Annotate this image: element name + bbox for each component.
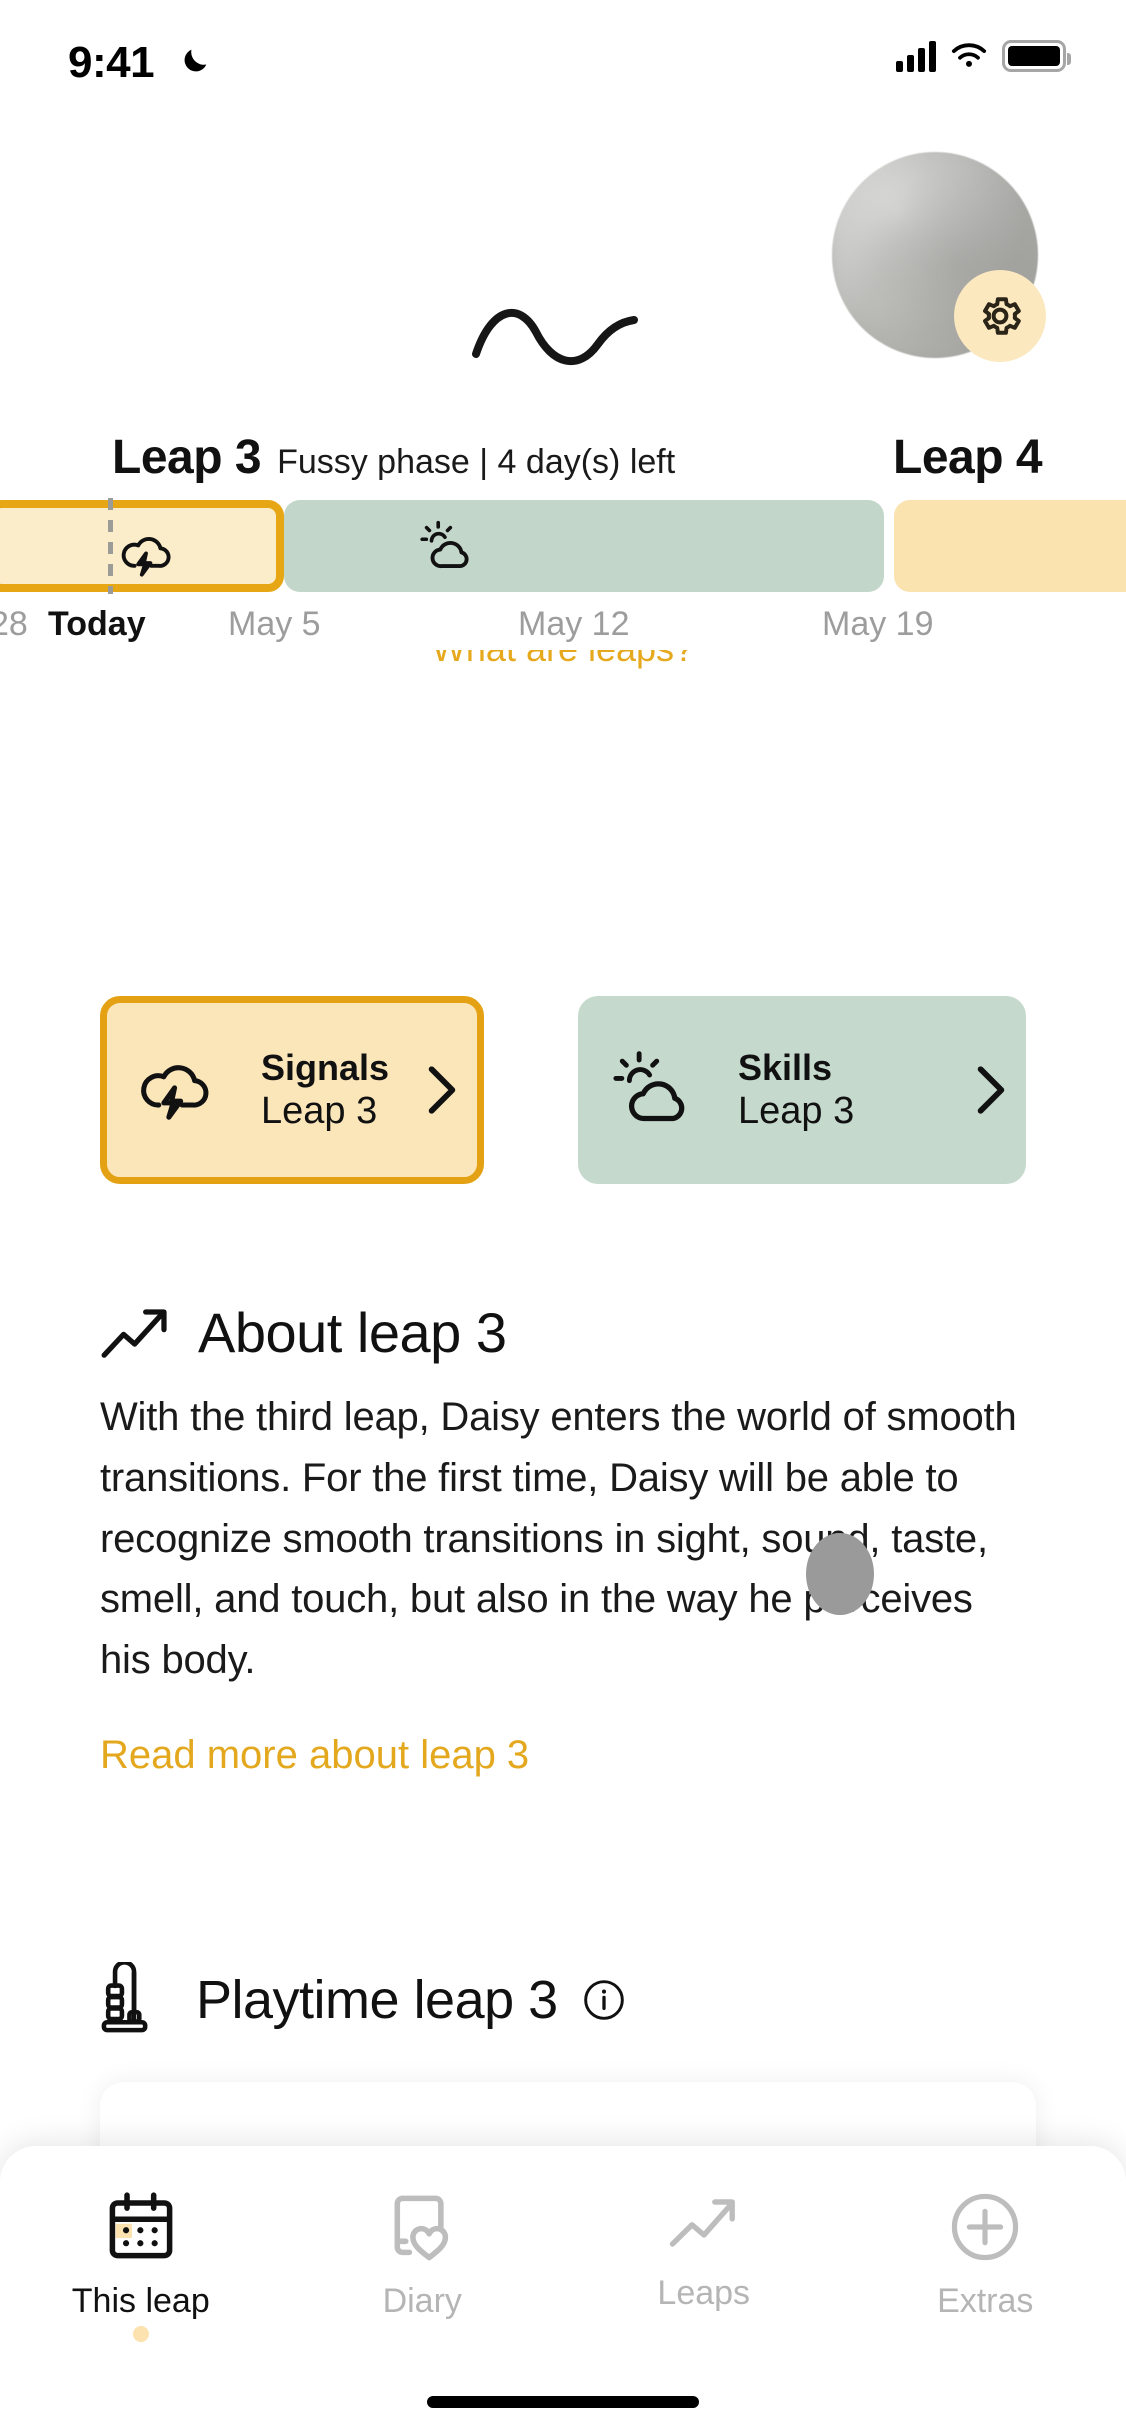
what-are-leaps-link[interactable]: What are leaps? <box>0 650 1126 684</box>
plus-circle-icon <box>952 2193 1019 2261</box>
wifi-icon <box>951 43 987 67</box>
status-bar-indicators <box>896 40 1071 72</box>
current-leap-title: Leap 3 <box>112 431 262 484</box>
timeline-segment-skills[interactable] <box>284 500 884 592</box>
settings-button[interactable] <box>954 270 1046 362</box>
about-leap-body: With the third leap, Daisy enters the wo… <box>100 1395 1017 1683</box>
calendar-icon <box>109 2192 173 2259</box>
signals-card-icon-wrap <box>121 1047 231 1133</box>
skills-card-subtitle: Leap 3 <box>738 1090 855 1132</box>
moon-icon <box>184 49 207 72</box>
storm-cloud-icon <box>121 536 171 577</box>
info-circle-icon[interactable] <box>582 1978 626 2022</box>
tab-extras-label: Extras <box>937 2282 1034 2320</box>
trending-up-icon <box>669 2199 735 2247</box>
tab-leaps-label: Leaps <box>657 2274 751 2312</box>
home-indicator <box>427 2396 699 2408</box>
gear-icon <box>983 297 1021 335</box>
timeline-date-today: Today <box>48 605 146 643</box>
tab-diary[interactable]: Diary <box>282 2188 564 2321</box>
tab-extras[interactable]: Extras <box>845 2188 1126 2321</box>
current-leap-status: Fussy phase | 4 day(s) left <box>277 443 676 481</box>
leap-shortcut-cards: Signals Leap 3 Skills Leap 3 <box>0 996 1126 1196</box>
chevron-right-icon <box>977 1066 1005 1114</box>
timeline-bar[interactable] <box>0 498 1126 594</box>
today-marker <box>108 498 113 594</box>
playtime-section-header: Playtime leap 3 <box>100 1962 626 2038</box>
tab-this-leap-label: This leap <box>71 2282 210 2320</box>
status-bar: 9:41 <box>0 0 1126 118</box>
cellular-signal-icon <box>896 40 936 72</box>
about-leap-section: About leap 3 With the third leap, Daisy … <box>100 1300 1046 1778</box>
trending-up-icon <box>101 1308 167 1358</box>
tab-this-leap[interactable]: This leap <box>0 2188 282 2342</box>
signals-card-subtitle: Leap 3 <box>261 1090 378 1132</box>
timeline-current-leap: Leap 3 Fussy phase | 4 day(s) left <box>112 430 675 485</box>
sun-cloud-icon <box>420 520 469 569</box>
timeline-date-3: May 12 <box>518 605 630 643</box>
sun-cloud-icon <box>613 1051 685 1122</box>
timeline-segment-fussy[interactable] <box>0 500 284 592</box>
signals-card[interactable]: Signals Leap 3 <box>100 996 484 1184</box>
leap-timeline[interactable]: Leap 3 Fussy phase | 4 day(s) left Leap … <box>0 430 1126 660</box>
tab-diary-label: Diary <box>382 2282 462 2320</box>
about-leap-title: About leap 3 <box>198 1301 507 1364</box>
status-bar-time: 9:41 <box>68 38 155 87</box>
profile-avatar-button[interactable] <box>832 152 1046 362</box>
timeline-segment-leap4[interactable] <box>894 500 1126 592</box>
read-more-link[interactable]: Read more about leap 3 <box>100 1733 529 1778</box>
tab-active-indicator-dot <box>132 2326 149 2342</box>
timeline-next-leap: Leap 4 <box>893 431 1043 484</box>
storm-cloud-icon <box>141 1065 209 1120</box>
diary-heart-icon <box>394 2195 449 2261</box>
signals-card-text: Signals Leap 3 <box>231 1047 407 1132</box>
skills-card[interactable]: Skills Leap 3 <box>578 996 1026 1184</box>
baby-gym-icon <box>101 1962 148 2033</box>
skills-card-title: Skills <box>738 1047 833 1088</box>
timeline-date-4: May 19 <box>822 605 934 643</box>
signals-card-chevron-wrap <box>407 1064 477 1116</box>
timeline-date-0: 28 <box>0 605 28 643</box>
skills-card-text: Skills Leap 3 <box>708 1047 956 1132</box>
skills-card-icon-wrap <box>598 1045 708 1135</box>
chevron-right-icon <box>428 1066 456 1114</box>
touch-pointer-indicator <box>806 1533 874 1615</box>
about-leap-header: About leap 3 <box>100 1300 1046 1365</box>
what-are-leaps-label: What are leaps? <box>432 650 694 670</box>
timeline-date-2: May 5 <box>228 605 321 643</box>
tab-leaps[interactable]: Leaps <box>563 2188 845 2313</box>
timeline-labels: Leap 3 Fussy phase | 4 day(s) left Leap … <box>0 430 1126 492</box>
playtime-title: Playtime leap 3 <box>196 1970 558 2030</box>
bottom-tab-bar: This leap Diary Leaps Extras <box>0 2146 1126 2436</box>
timeline-date-labels: 28 Today May 5 May 12 May 19 <box>0 605 1126 653</box>
battery-icon <box>1002 40 1071 72</box>
skills-card-chevron-wrap <box>956 1064 1026 1116</box>
signals-card-title: Signals <box>261 1047 390 1088</box>
wave-squiggle-decoration <box>472 309 638 366</box>
